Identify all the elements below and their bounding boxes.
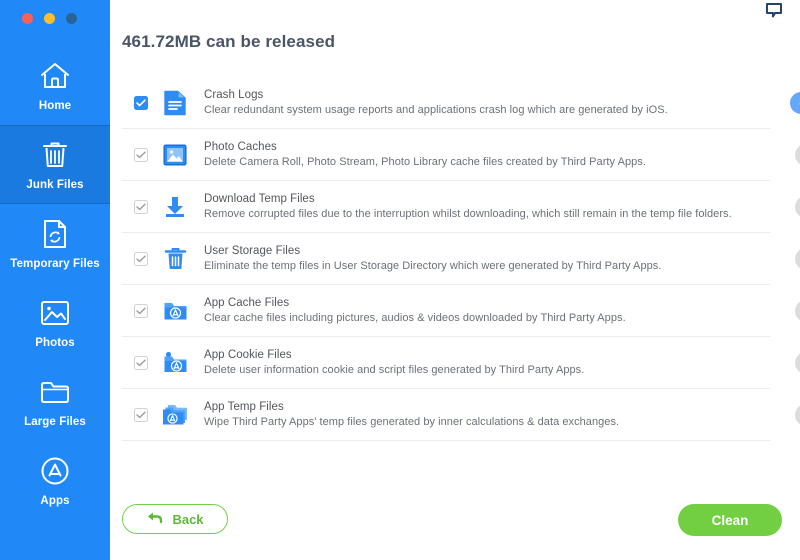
page-title: 461.72MB can be released (122, 32, 336, 51)
size-badge: 0.00Byte (794, 403, 800, 426)
row-description: Delete Camera Roll, Photo Stream, Photo … (204, 156, 646, 168)
size-badge: 0.00Byte (794, 195, 800, 218)
top-bar (110, 0, 800, 28)
table-row[interactable]: User Storage Files Eliminate the temp fi… (122, 233, 800, 285)
row-description: Remove corrupted files due to the interr… (204, 208, 732, 220)
size-badge: 461.72MB (789, 91, 800, 114)
row-text: Photo Caches Delete Camera Roll, Photo S… (204, 141, 770, 168)
row-checkbox[interactable] (134, 355, 148, 370)
folder-app-user-icon (162, 350, 188, 376)
size-badge: 0.00Byte (794, 351, 800, 374)
photo-icon (162, 142, 188, 168)
table-row[interactable]: Crash Logs Clear redundant system usage … (122, 77, 800, 129)
sidebar-item-label: Large Files (24, 416, 86, 428)
trash-icon (38, 138, 72, 172)
table-row[interactable]: App Cache Files Clear cache files includ… (122, 285, 800, 337)
row-description: Clear cache files including pictures, au… (204, 312, 626, 324)
table-row[interactable]: Download Temp Files Remove corrupted fil… (122, 181, 800, 233)
sidebar-nav: Home Junk Files Temporary Files Photos L… (0, 46, 110, 520)
row-text: App Cookie Files Delete user information… (204, 349, 770, 376)
sidebar-item-label: Junk Files (26, 179, 84, 191)
row-description: Eliminate the temp files in User Storage… (204, 260, 662, 272)
sidebar-item-large-files[interactable]: Large Files (0, 362, 110, 441)
row-title: App Cookie Files (204, 349, 292, 361)
row-title: App Cache Files (204, 297, 290, 309)
row-checkbox[interactable] (134, 251, 148, 266)
row-description: Delete user information cookie and scrip… (204, 364, 585, 376)
photo-icon (38, 296, 72, 330)
clean-button[interactable]: Clean (678, 504, 782, 536)
row-title: App Temp Files (204, 401, 284, 413)
row-title: Photo Caches (204, 141, 277, 153)
trash-icon (162, 246, 188, 272)
main-content: 461.72MB can be released Crash Logs Clea… (110, 0, 800, 560)
recycle-file-icon (38, 217, 72, 251)
table-row[interactable]: Photo Caches Delete Camera Roll, Photo S… (122, 129, 800, 181)
sidebar-item-home[interactable]: Home (0, 46, 110, 125)
document-lines-icon (162, 90, 188, 116)
sidebar-item-label: Apps (40, 495, 70, 507)
back-button[interactable]: Back (122, 504, 228, 534)
download-arrow-icon (162, 194, 188, 220)
window-controls (0, 0, 110, 36)
app-store-icon (38, 454, 72, 488)
sidebar: Home Junk Files Temporary Files Photos L… (0, 0, 110, 560)
table-row[interactable]: App Cookie Files Delete user information… (122, 337, 800, 389)
sidebar-item-label: Home (38, 100, 72, 112)
minimize-button[interactable] (44, 12, 55, 24)
folder-app-icon (162, 298, 188, 324)
sidebar-item-label: Temporary Files (10, 258, 100, 270)
row-description: Wipe Third Party Apps' temp files genera… (204, 416, 620, 428)
back-button-label: Back (172, 511, 204, 527)
row-text: User Storage Files Eliminate the temp fi… (204, 245, 770, 272)
row-text: Crash Logs Clear redundant system usage … (204, 89, 770, 116)
row-checkbox[interactable] (134, 147, 148, 162)
row-checkbox[interactable] (134, 303, 148, 318)
zoom-button[interactable] (66, 12, 77, 24)
back-arrow-icon (146, 510, 163, 529)
row-title: User Storage Files (204, 245, 301, 257)
table-row[interactable]: App Temp Files Wipe Third Party Apps' te… (122, 389, 800, 441)
row-text: App Temp Files Wipe Third Party Apps' te… (204, 401, 770, 428)
row-text: Download Temp Files Remove corrupted fil… (204, 193, 770, 220)
row-checkbox[interactable] (134, 199, 148, 214)
folder-icon (38, 375, 72, 409)
size-badge: 0.00Byte (794, 299, 800, 322)
sidebar-item-junk-files[interactable]: Junk Files (0, 125, 110, 204)
sidebar-item-label: Photos (35, 337, 75, 349)
home-icon (38, 59, 72, 93)
row-title: Crash Logs (204, 89, 264, 101)
clean-button-label: Clean (711, 512, 749, 528)
sidebar-item-apps[interactable]: Apps (0, 441, 110, 520)
folder-app-stack-icon (162, 402, 188, 428)
app-window: Home Junk Files Temporary Files Photos L… (0, 0, 800, 560)
row-description: Clear redundant system usage reports and… (204, 104, 668, 116)
row-checkbox[interactable] (134, 95, 148, 110)
row-text: App Cache Files Clear cache files includ… (204, 297, 770, 324)
row-checkbox[interactable] (134, 407, 148, 422)
chat-bubble-icon[interactable] (766, 3, 782, 18)
size-badge: 0.00Byte (794, 247, 800, 270)
row-title: Download Temp Files (204, 193, 315, 205)
junk-list: Crash Logs Clear redundant system usage … (122, 77, 800, 441)
close-button[interactable] (22, 12, 33, 24)
sidebar-item-photos[interactable]: Photos (0, 283, 110, 362)
sidebar-item-temporary-files[interactable]: Temporary Files (0, 204, 110, 283)
size-badge: 0.00Byte (794, 143, 800, 166)
